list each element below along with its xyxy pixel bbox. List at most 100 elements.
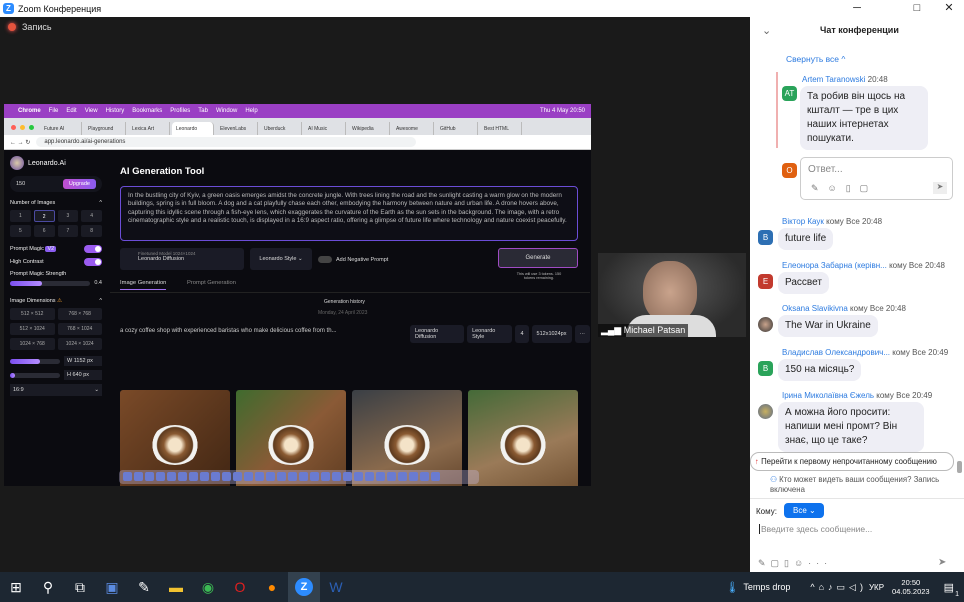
- gen-more-button: ···: [574, 325, 590, 343]
- recipient: кому Все: [892, 348, 926, 357]
- chat-scrollbar[interactable]: [957, 461, 962, 473]
- menu-file: File: [48, 108, 59, 114]
- reply-toolbar-icons[interactable]: ✎☺▯▢: [811, 183, 877, 194]
- width-slider: [10, 358, 60, 364]
- max-dot: [29, 125, 34, 130]
- menu-help: Help: [245, 108, 258, 114]
- height-label: H: [67, 372, 71, 378]
- history-date: Monday, 24 April 2023: [318, 310, 368, 316]
- message-bubble: А можна його просити: напиши мені промт?…: [778, 402, 924, 452]
- browser-tab: ElevenLabs: [216, 122, 258, 135]
- input-toolbar-icons[interactable]: ✎▢▯☺···: [758, 558, 832, 569]
- recipient-select[interactable]: Все ⌄: [784, 503, 824, 518]
- word-icon[interactable]: W: [320, 572, 352, 602]
- recipient: кому Все: [876, 391, 910, 400]
- privacy-notice[interactable]: Кто может видеть ваши сообщения? Запись …: [770, 475, 939, 494]
- num-option: 4: [81, 210, 102, 222]
- tray-icons[interactable]: ^⌂♪▭◁): [810, 582, 867, 593]
- opera-icon[interactable]: O: [224, 572, 256, 602]
- avatar: AT: [782, 86, 797, 101]
- high-contrast-toggle: [84, 258, 102, 266]
- unit: px: [87, 358, 93, 364]
- title-bar: Z Zoom Конференция ─ □ ✕: [0, 0, 964, 17]
- file-explorer-icon[interactable]: ▬: [160, 572, 192, 602]
- aspect-select: 16:9: [13, 387, 24, 393]
- collapse-all-link[interactable]: Свернуть все ^: [786, 54, 845, 64]
- model-name: Leonardo Diffusion: [138, 256, 185, 262]
- clock[interactable]: 20:50 04.05.2023: [892, 578, 930, 596]
- app-icon[interactable]: ✎: [128, 572, 160, 602]
- search-icon[interactable]: ⚲: [32, 572, 64, 602]
- magic-strength-slider: [10, 280, 91, 286]
- thermometer-icon: 🌡: [725, 581, 740, 594]
- sender-name: Елеонора Забарна (керівн...: [782, 261, 887, 270]
- arrow-up-icon: ↑: [755, 457, 759, 466]
- dimension-option: 1024 × 768: [10, 338, 55, 350]
- recipient: кому Все: [889, 261, 923, 270]
- jump-to-unread-button[interactable]: ↑ Перейти к первому непрочитанному сообщ…: [750, 452, 954, 471]
- send-icon[interactable]: ➤: [933, 182, 947, 194]
- message-input[interactable]: Введите здесь сообщение...: [759, 524, 872, 534]
- min-dot: [20, 125, 25, 130]
- num-option: 5: [10, 225, 31, 237]
- browser-tab: GitHub: [436, 122, 478, 135]
- num-option-selected: 2: [33, 210, 55, 222]
- tab-image-generation: Image Generation: [120, 280, 167, 290]
- browser-tab: AI Music: [304, 122, 346, 135]
- weather-label[interactable]: Temps drop: [743, 582, 790, 592]
- generate-note: This will use 3 tokens. 150 tokens remai…: [516, 272, 562, 280]
- gen-tag-size: 512x1024px: [531, 325, 572, 343]
- jump-label: Перейти к первому непрочитанному сообщен…: [761, 457, 937, 466]
- message-bubble: future life: [778, 228, 834, 250]
- tab-prompt-generation: Prompt Generation: [187, 280, 236, 286]
- send-icon[interactable]: ➤: [938, 557, 946, 568]
- message-time: 20:48: [867, 75, 888, 84]
- notification-icon[interactable]: ▤ 1: [944, 581, 959, 598]
- width-value: 1152: [73, 358, 86, 364]
- num-option: 6: [33, 225, 55, 237]
- menu-tab: Tab: [198, 108, 208, 114]
- windows-start-icon[interactable]: ⊞: [0, 572, 32, 602]
- chrome-icon[interactable]: ◉: [192, 572, 224, 602]
- gen-tag-style: Leonardo Style: [467, 325, 513, 343]
- language-indicator[interactable]: УКР: [869, 583, 884, 592]
- mac-dock: [119, 470, 479, 484]
- minimize-button[interactable]: ─: [842, 0, 872, 17]
- leonardo-main: AI Generation Tool In the bustling city …: [110, 150, 590, 486]
- message-bubble: Рассвет: [778, 272, 829, 294]
- num-option: 7: [57, 225, 79, 237]
- zoom-taskbar-icon[interactable]: Z: [288, 572, 320, 602]
- firefox-icon[interactable]: ●: [256, 572, 288, 602]
- windows-taskbar: ⊞ ⚲ ⧉ ▣ ✎ ▬ ◉ O ● Z W 🌡 Temps drop ^⌂♪▭◁…: [0, 572, 964, 602]
- magic-strength-label: Prompt Magic Strength: [10, 271, 67, 277]
- generate-button: Generate: [498, 248, 578, 268]
- record-icon: [8, 23, 16, 31]
- dimension-option: 512 × 512: [10, 308, 55, 320]
- prompt-magic-toggle: [84, 245, 102, 253]
- dimensions-label: Image Dimensions: [10, 298, 56, 304]
- sender-name: Віктор Каук: [782, 217, 824, 226]
- recording-label: Запись: [22, 22, 52, 32]
- menu-profiles: Profiles: [170, 108, 191, 114]
- prompt-magic-label: Prompt Magic: [10, 246, 44, 252]
- magic-strength-value: 0.4: [94, 280, 102, 286]
- avatar-photo: [758, 404, 773, 419]
- menu-bookmarks: Bookmarks: [132, 108, 163, 114]
- browser-tabs: Future AI Playground Lexica Art Leonardo…: [4, 118, 591, 135]
- address-bar: ← → ↻ app.leonardo.ai/ai-generations: [4, 135, 591, 150]
- message-time: 20:48: [924, 261, 945, 270]
- app-icon[interactable]: ▣: [96, 572, 128, 602]
- reply-box[interactable]: Ответ... ✎☺▯▢ ➤: [800, 157, 953, 200]
- sender-name: Oksana Slavikivna: [782, 304, 848, 313]
- task-view-icon[interactable]: ⧉: [64, 572, 96, 602]
- participant-video[interactable]: ▂▄▆ Michael Patsan: [598, 253, 746, 337]
- leonardo-sidebar: Leonardo.Ai 150 Upgrade Number of Images ^…: [4, 150, 108, 470]
- recording-indicator[interactable]: Запись: [8, 22, 52, 32]
- close-button[interactable]: ✕: [934, 0, 964, 17]
- maximize-button[interactable]: □: [902, 0, 932, 17]
- menu-view: View: [84, 108, 98, 114]
- menu-history: History: [105, 108, 125, 114]
- chevron-down-icon[interactable]: ⌄: [762, 24, 771, 37]
- reply-input[interactable]: Ответ...: [808, 164, 843, 175]
- avatar-photo: [758, 317, 773, 332]
